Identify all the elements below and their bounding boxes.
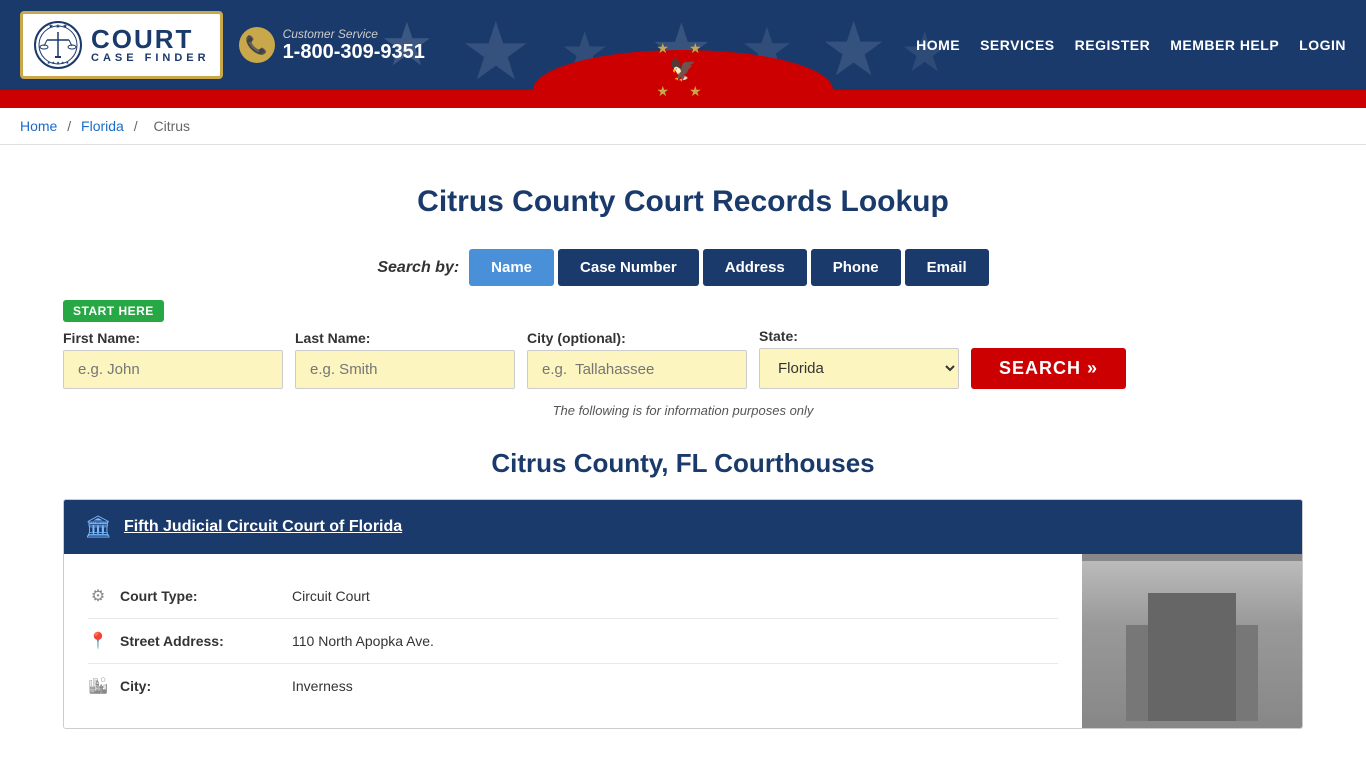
city-label: City (optional): [527, 330, 747, 346]
building-illustration [1082, 561, 1302, 721]
main-content: Citrus County Court Records Lookup Searc… [33, 145, 1333, 769]
nav-login[interactable]: LOGIN [1299, 37, 1346, 53]
state-group: State: Florida Alabama Alaska Arizona Ar… [759, 328, 959, 389]
courthouse-photo [1082, 561, 1302, 721]
court-type-value: Circuit Court [292, 588, 370, 604]
court-type-label: Court Type: [120, 588, 280, 604]
street-address-label: Street Address: [120, 633, 280, 649]
city-row-label: City: [120, 678, 280, 694]
breadcrumb-sep-1: / [67, 118, 75, 134]
first-name-label: First Name: [63, 330, 283, 346]
eagle-decoration: ★ ★ 🦅 ★ ★ [657, 40, 710, 100]
eagle-icon: 🦅 [669, 57, 696, 82]
nav-register[interactable]: REGISTER [1075, 37, 1151, 53]
state-select[interactable]: Florida Alabama Alaska Arizona Arkansas … [759, 348, 959, 389]
court-type-row: ⚙ Court Type: Circuit Court [88, 574, 1058, 619]
courthouse-body: ⚙ Court Type: Circuit Court 📍 Street Add… [64, 554, 1302, 728]
svg-text:★ ★ ★: ★ ★ ★ [48, 23, 67, 30]
tab-address[interactable]: Address [703, 249, 807, 286]
last-name-input[interactable] [295, 350, 515, 389]
site-logo[interactable]: ★ ★ ★ ★ ★ ★ ★ ★ COURT CASE FINDER [20, 11, 223, 79]
street-address-row: 📍 Street Address: 110 North Apopka Ave. [88, 619, 1058, 664]
tab-name[interactable]: Name [469, 249, 554, 286]
courthouse-name-link[interactable]: Fifth Judicial Circuit Court of Florida [124, 518, 402, 536]
search-tabs: Name Case Number Address Phone Email [469, 249, 988, 286]
last-name-group: Last Name: [295, 330, 515, 389]
customer-service: 📞 Customer Service 1-800-309-9351 [239, 27, 425, 64]
courthouse-details: ⚙ Court Type: Circuit Court 📍 Street Add… [64, 554, 1082, 728]
city-group: City (optional): [527, 330, 747, 389]
street-address-value: 110 North Apopka Ave. [292, 633, 434, 649]
stars-right: ★ ★ [657, 83, 710, 100]
breadcrumb-home[interactable]: Home [20, 118, 57, 134]
logo-text: COURT CASE FINDER [91, 26, 210, 64]
cs-text: Customer Service 1-800-309-9351 [283, 27, 425, 64]
nav-home[interactable]: HOME [916, 37, 960, 53]
tab-phone[interactable]: Phone [811, 249, 901, 286]
location-icon: 📍 [88, 631, 108, 651]
breadcrumb: Home / Florida / Citrus [0, 108, 1366, 145]
breadcrumb-sep-2: / [134, 118, 142, 134]
tab-case-number[interactable]: Case Number [558, 249, 699, 286]
search-by-row: Search by: Name Case Number Address Phon… [63, 249, 1303, 286]
svg-text:★ ★ ★ ★ ★: ★ ★ ★ ★ ★ [47, 60, 70, 65]
last-name-label: Last Name: [295, 330, 515, 346]
search-by-label: Search by: [377, 259, 459, 277]
breadcrumb-citrus: Citrus [154, 118, 191, 134]
first-name-input[interactable] [63, 350, 283, 389]
state-label: State: [759, 328, 959, 344]
logo-emblem-icon: ★ ★ ★ ★ ★ ★ ★ ★ [33, 20, 83, 70]
courthouse-image [1082, 554, 1302, 728]
tab-email[interactable]: Email [905, 249, 989, 286]
courthouses-title: Citrus County, FL Courthouses [63, 448, 1303, 479]
stars-left: ★ ★ [657, 40, 710, 57]
courthouse-header: 🏛 Fifth Judicial Circuit Court of Florid… [64, 500, 1302, 554]
courthouse-icon: 🏛 [84, 514, 112, 540]
city-row: 🏙 City: Inverness [88, 664, 1058, 708]
page-title: Citrus County Court Records Lookup [63, 185, 1303, 219]
nav-member-help[interactable]: MEMBER HELP [1170, 37, 1279, 53]
city-row-value: Inverness [292, 678, 353, 694]
search-button[interactable]: SEARCH » [971, 348, 1126, 389]
logo-case-finder-label: CASE FINDER [91, 52, 210, 64]
first-name-group: First Name: [63, 330, 283, 389]
cs-phone: 1-800-309-9351 [283, 41, 425, 64]
court-type-icon: ⚙ [88, 586, 108, 606]
logo-court-label: COURT [91, 26, 193, 52]
search-form-row: First Name: Last Name: City (optional): … [63, 328, 1303, 389]
search-section: Search by: Name Case Number Address Phon… [63, 249, 1303, 418]
breadcrumb-florida[interactable]: Florida [81, 118, 124, 134]
city-icon: 🏙 [88, 676, 108, 696]
start-here-badge: START HERE [63, 286, 1303, 328]
main-nav: HOME SERVICES REGISTER MEMBER HELP LOGIN [916, 37, 1346, 53]
courthouse-card: 🏛 Fifth Judicial Circuit Court of Florid… [63, 499, 1303, 729]
header-left: ★ ★ ★ ★ ★ ★ ★ ★ COURT CASE FINDER 📞 Cust… [20, 11, 425, 79]
wave-bar: ★ ★ 🦅 ★ ★ [0, 90, 1366, 108]
city-input[interactable] [527, 350, 747, 389]
phone-icon: 📞 [239, 27, 275, 63]
nav-services[interactable]: SERVICES [980, 37, 1055, 53]
info-note: The following is for information purpose… [63, 403, 1303, 418]
cs-label: Customer Service [283, 27, 425, 41]
